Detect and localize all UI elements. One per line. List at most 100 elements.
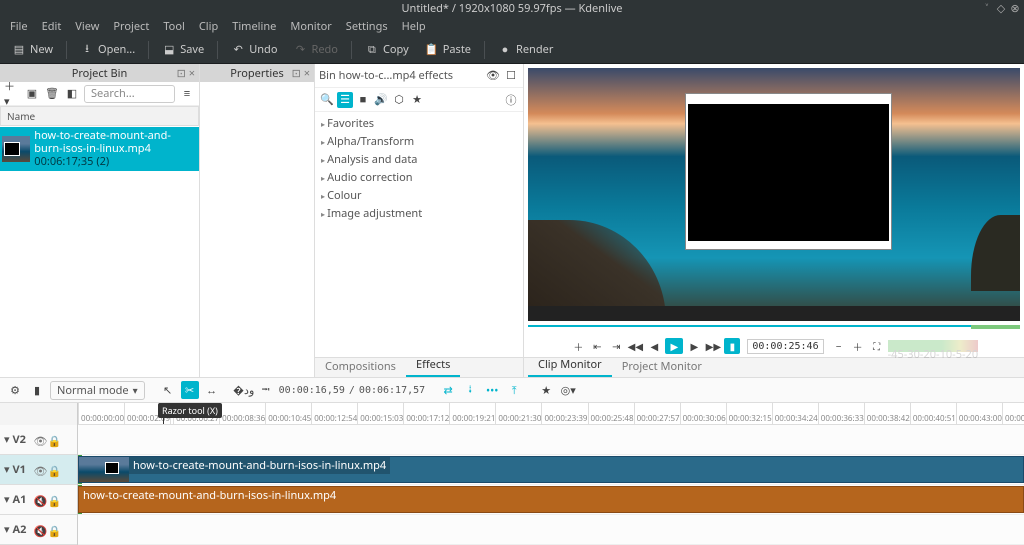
- menu-help[interactable]: Help: [396, 17, 432, 36]
- zone-start-icon[interactable]: ⇤: [589, 338, 605, 354]
- close-icon[interactable]: ⊡ ×: [292, 66, 310, 81]
- preview-render-icon[interactable]: ◎▾: [559, 381, 577, 399]
- add-clip-icon[interactable]: ＋▾: [4, 86, 20, 102]
- mute-icon[interactable]: 🔇: [34, 494, 45, 505]
- tab-compositions[interactable]: Compositions: [315, 356, 406, 377]
- track-menu-icon[interactable]: ▮: [28, 381, 46, 399]
- minimize-icon[interactable]: ˅: [982, 3, 992, 13]
- close-icon[interactable]: ⊗: [1010, 3, 1020, 13]
- tab-effects[interactable]: Effects: [406, 354, 460, 377]
- list-icon[interactable]: ☰: [337, 92, 353, 108]
- open-button[interactable]: ⭳Open...: [74, 39, 141, 60]
- monitor-timecode[interactable]: 00:00:25:46: [747, 339, 823, 354]
- checkbox-icon[interactable]: ☐: [503, 68, 519, 84]
- menu-monitor[interactable]: Monitor: [284, 17, 337, 36]
- options-icon[interactable]: ≡: [179, 86, 195, 102]
- plus-icon[interactable]: ＋: [850, 338, 866, 354]
- edit-mode-select[interactable]: Normal mode ▾: [50, 381, 145, 400]
- mute-icon[interactable]: 🔇: [34, 524, 45, 535]
- effect-cat-audio[interactable]: Audio correction: [321, 170, 517, 185]
- zone-out-icon[interactable]: ⭲: [257, 381, 275, 399]
- tab-clip-monitor[interactable]: Clip Monitor: [528, 354, 612, 377]
- favorite-effect-icon[interactable]: ★: [537, 381, 555, 399]
- menu-tool[interactable]: Tool: [157, 17, 191, 36]
- video-icon[interactable]: ■: [355, 92, 371, 108]
- tag-icon[interactable]: ◧: [64, 86, 80, 102]
- lock-icon[interactable]: 🔒: [48, 524, 59, 535]
- custom-icon[interactable]: ⬡: [391, 92, 407, 108]
- effect-cat-alpha[interactable]: Alpha/Transform: [321, 134, 517, 149]
- add-marker-icon[interactable]: ＋: [570, 338, 586, 354]
- play-button[interactable]: ▶: [665, 338, 683, 354]
- info-icon[interactable]: ⓘ: [503, 92, 519, 108]
- favorite-icon[interactable]: ★: [409, 92, 425, 108]
- paste-button[interactable]: 📋Paste: [419, 39, 477, 60]
- track-v2[interactable]: [78, 425, 1024, 455]
- audio-clip[interactable]: how-to-create-mount-and-burn-isos-in-lin…: [78, 486, 1024, 513]
- forward-icon[interactable]: ▶▶: [705, 338, 721, 354]
- track-head-a2[interactable]: ▾A2🔇🔒: [0, 515, 77, 545]
- maximize-icon[interactable]: ◇: [996, 3, 1006, 13]
- menu-project[interactable]: Project: [107, 17, 155, 36]
- edit-mode-icon[interactable]: ▮: [724, 338, 740, 354]
- rewind-icon[interactable]: ◀◀: [627, 338, 643, 354]
- effect-cat-image[interactable]: Image adjustment: [321, 206, 517, 221]
- mute-icon[interactable]: 👁: [34, 434, 45, 445]
- project-bin-tab[interactable]: Project Bin⊡ ×: [0, 64, 199, 82]
- minus-icon[interactable]: −: [831, 338, 847, 354]
- monitor-ruler[interactable]: [528, 325, 1020, 335]
- lock-icon[interactable]: 🔒: [48, 434, 59, 445]
- select-tool-icon[interactable]: ↖: [159, 381, 177, 399]
- undo-button[interactable]: ↶Undo: [225, 39, 283, 60]
- menu-edit[interactable]: Edit: [36, 17, 68, 36]
- tab-project-monitor[interactable]: Project Monitor: [612, 356, 712, 377]
- next-frame-icon[interactable]: ▶: [686, 338, 702, 354]
- razor-tool-icon[interactable]: ✂: [181, 381, 199, 399]
- track-head-a1[interactable]: ▾A1🔇🔒: [0, 485, 77, 515]
- monitor-view[interactable]: [528, 68, 1020, 321]
- lock-icon[interactable]: 🔒: [48, 494, 59, 505]
- menu-timeline[interactable]: Timeline: [226, 17, 282, 36]
- menu-settings[interactable]: Settings: [340, 17, 394, 36]
- search-input[interactable]: Search...: [84, 85, 175, 103]
- copy-button[interactable]: ⧉Copy: [359, 39, 415, 60]
- effect-cat-analysis[interactable]: Analysis and data: [321, 152, 517, 167]
- lock-icon[interactable]: 🔒: [48, 464, 59, 475]
- video-clip[interactable]: how-to-create-mount-and-burn-isos-in-lin…: [78, 456, 1024, 483]
- menu-file[interactable]: File: [4, 17, 34, 36]
- track-a2[interactable]: [78, 515, 1024, 545]
- mute-icon[interactable]: 👁: [34, 464, 45, 475]
- new-button[interactable]: ▤New: [6, 39, 59, 60]
- zone-end-icon[interactable]: ⇥: [608, 338, 624, 354]
- fullscreen-icon[interactable]: ⛶: [869, 338, 885, 354]
- zone-in-icon[interactable]: �ود: [235, 381, 253, 399]
- audio-icon[interactable]: 🔊: [373, 92, 389, 108]
- bin-clip-item[interactable]: how-to-create-mount-and-burn-isos-in-lin…: [0, 127, 199, 171]
- track-head-v1[interactable]: ▾V1👁🔒: [0, 455, 77, 485]
- redo-button[interactable]: ↷Redo: [287, 39, 343, 60]
- menu-clip[interactable]: Clip: [193, 17, 224, 36]
- lift-icon[interactable]: ⤒: [505, 381, 523, 399]
- effect-cat-colour[interactable]: Colour: [321, 188, 517, 203]
- insert-icon[interactable]: •••: [483, 381, 501, 399]
- mix-icon[interactable]: ⇄: [439, 381, 457, 399]
- search-icon[interactable]: 🔍: [319, 92, 335, 108]
- timeline-ruler[interactable]: Razor tool (X) 00:00:00:0000:00:02:0900:…: [78, 403, 1024, 424]
- render-button[interactable]: ●Render: [492, 39, 559, 60]
- effect-cat-favorites[interactable]: Favorites: [321, 116, 517, 131]
- properties-tab[interactable]: Properties⊡ ×: [200, 64, 314, 82]
- close-icon[interactable]: ⊡ ×: [177, 66, 195, 81]
- overwrite-icon[interactable]: ⭭: [461, 381, 479, 399]
- menu-view[interactable]: View: [69, 17, 105, 36]
- gear-icon[interactable]: ⚙: [6, 381, 24, 399]
- spacer-tool-icon[interactable]: ↔: [203, 381, 221, 399]
- delete-icon[interactable]: 🗑: [44, 86, 60, 102]
- track-v1[interactable]: how-to-create-mount-and-burn-isos-in-lin…: [78, 455, 1024, 485]
- folder-icon[interactable]: ▣: [24, 86, 40, 102]
- visibility-icon[interactable]: 👁: [485, 68, 501, 84]
- track-a1[interactable]: how-to-create-mount-and-burn-isos-in-lin…: [78, 485, 1024, 515]
- prev-frame-icon[interactable]: ◀: [646, 338, 662, 354]
- name-column-header[interactable]: Name: [0, 106, 199, 126]
- save-button[interactable]: ⬓Save: [156, 39, 210, 60]
- track-head-v2[interactable]: ▾V2👁🔒: [0, 425, 77, 455]
